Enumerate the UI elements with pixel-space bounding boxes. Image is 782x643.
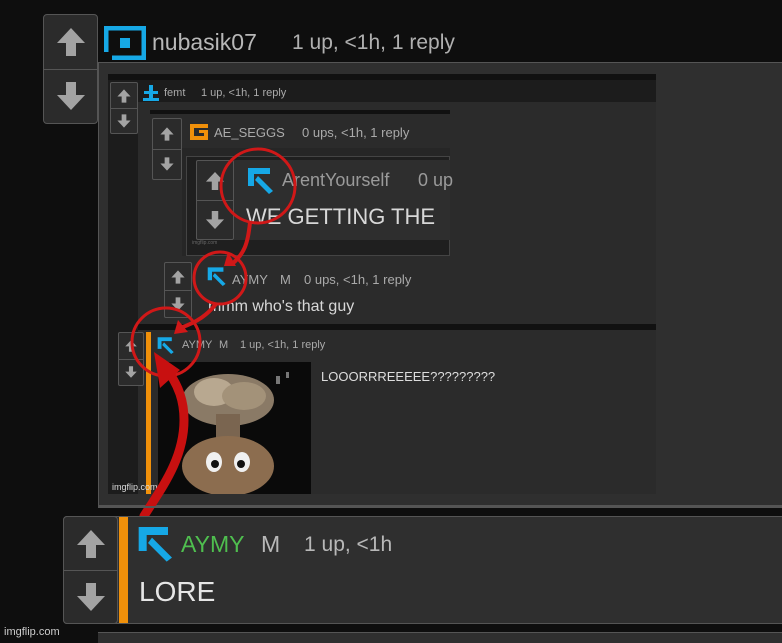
red-arrow-annotation <box>139 352 189 520</box>
user-avatar-icon <box>104 26 146 60</box>
bottom-comment-orange-bar <box>119 517 128 623</box>
top-comment-meta: 1 up, <1h, 1 reply <box>292 31 455 54</box>
top-comment-voter <box>43 14 98 124</box>
arrow-up-icon <box>76 529 105 558</box>
imgflip-watermark: imgflip.com <box>4 626 60 638</box>
bottom-comment-gender: M <box>261 531 281 557</box>
bottom-comment-voter <box>63 516 118 624</box>
top-comment-username[interactable]: nubasik07 <box>152 29 257 56</box>
arrow-up-icon <box>56 28 85 56</box>
upvote-button[interactable] <box>44 15 97 70</box>
downvote-button[interactable] <box>44 69 97 123</box>
bottom-comment-text: LORE <box>139 576 216 607</box>
downvote-button[interactable] <box>64 570 117 623</box>
bottom-comment-username[interactable]: AYMY <box>181 531 244 558</box>
pickaxe-avatar-icon <box>138 527 172 562</box>
arrow-down-icon <box>56 82 85 110</box>
arrow-down-icon <box>76 582 105 611</box>
bottom-comment-meta: 1 up, <1h <box>304 533 393 556</box>
upvote-button[interactable] <box>64 517 117 571</box>
